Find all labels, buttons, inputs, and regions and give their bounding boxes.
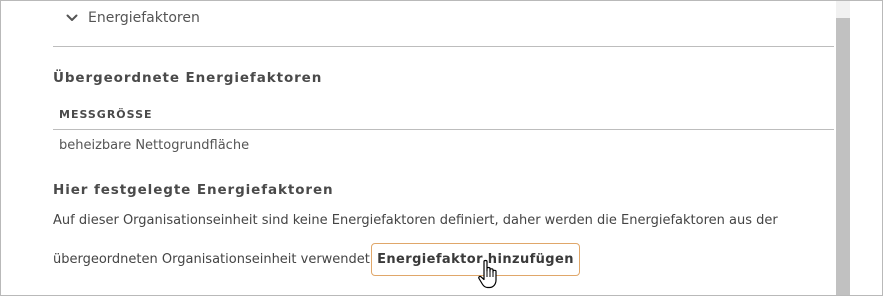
scrollbar-thumb[interactable] bbox=[836, 18, 850, 295]
local-factors-heading: Hier festgelegte Energiefaktoren bbox=[53, 182, 334, 198]
section-divider bbox=[53, 46, 834, 47]
collapse-label: Energiefaktoren bbox=[88, 10, 200, 26]
column-header-messgroesse: MESSGRÖSSE bbox=[59, 108, 153, 121]
table-cell-messgroesse: beheizbare Nettogrundfläche bbox=[59, 138, 250, 153]
hand-pointer-cursor-icon bbox=[478, 259, 497, 289]
info-text-line-2: übergeordneten Organisationseinheit verw… bbox=[53, 252, 375, 267]
parent-factors-heading: Übergeordnete Energiefaktoren bbox=[53, 70, 323, 86]
table-header-divider bbox=[53, 129, 834, 130]
energiefaktoren-collapse-toggle[interactable]: Energiefaktoren bbox=[65, 7, 200, 29]
panel: Energiefaktoren Übergeordnete Energiefak… bbox=[0, 0, 883, 296]
info-text-line-1: Auf dieser Organisationseinheit sind kei… bbox=[53, 213, 778, 228]
vertical-scrollbar[interactable] bbox=[836, 1, 850, 295]
add-energiefaktor-button[interactable]: Energiefaktor hinzufügen bbox=[371, 243, 580, 276]
chevron-down-icon bbox=[65, 11, 79, 25]
